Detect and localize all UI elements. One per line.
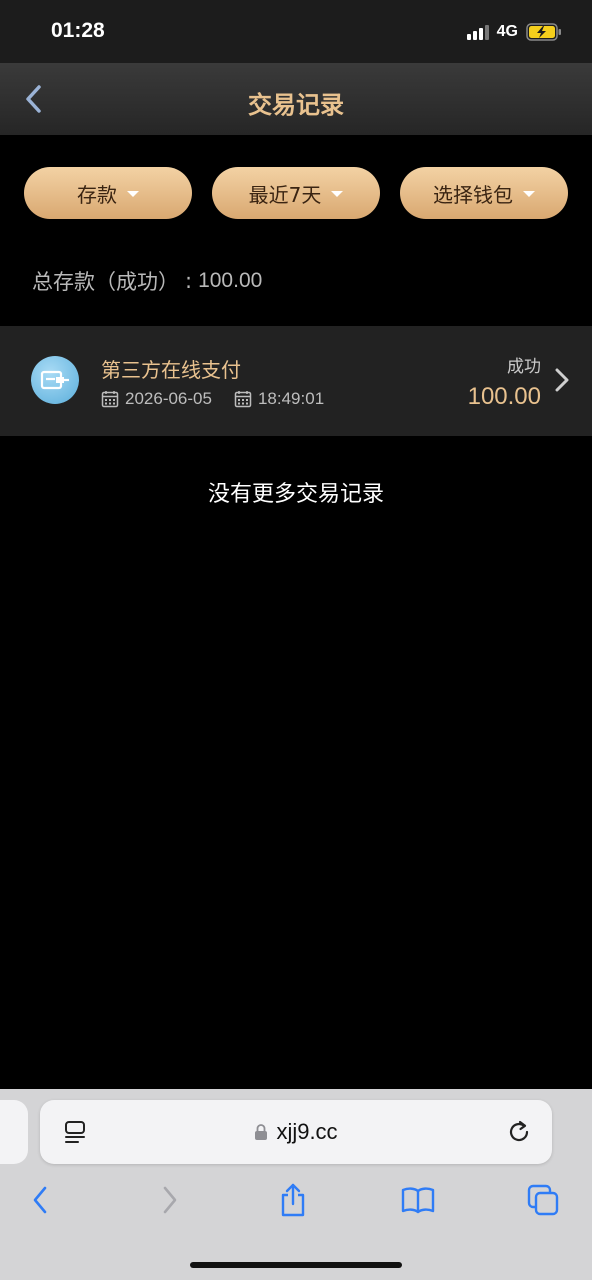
battery-charging-icon: [526, 23, 562, 41]
browser-back-button[interactable]: [16, 1176, 66, 1224]
transaction-amount: 100.00: [467, 383, 541, 410]
chevron-right-icon[interactable]: [552, 366, 572, 394]
status-indicators: 4G: [466, 20, 562, 44]
caret-down-icon: [331, 191, 344, 197]
chevron-right-icon: [163, 1186, 177, 1214]
caret-down-icon: [523, 191, 535, 197]
empty-list-message: 没有更多交易记录: [207, 482, 384, 507]
transaction-time: 18:49:01: [257, 389, 325, 408]
address-bar[interactable]: xjj9.cc: [40, 1100, 552, 1164]
share-button[interactable]: [268, 1176, 318, 1224]
previous-tab-preview[interactable]: [0, 1100, 28, 1164]
bookmarks-button[interactable]: [393, 1176, 443, 1224]
tabs-icon: [527, 1184, 559, 1216]
network-label: 4G: [496, 23, 518, 40]
transaction-date: 2026-06-05: [125, 389, 212, 408]
book-icon: [401, 1187, 435, 1214]
calendar-icon: [101, 391, 119, 408]
status-time: 01:28: [51, 19, 105, 42]
status-bar: 01:28 4G: [0, 0, 592, 63]
tabs-button[interactable]: [518, 1176, 568, 1224]
url-display[interactable]: xjj9.cc: [40, 1119, 552, 1145]
summary-separator: :: [185, 269, 193, 293]
filter-wallet-dropdown[interactable]: 选择钱包: [400, 167, 568, 219]
filter-type-dropdown[interactable]: 存款: [24, 167, 192, 219]
signal-icon: [466, 24, 489, 40]
caret-down-icon: [127, 191, 139, 197]
calendar-icon: [234, 391, 252, 408]
app-header: 交易记录: [0, 63, 592, 135]
transaction-method: 第三方在线支付: [101, 358, 241, 382]
filter-type-label: 存款: [77, 182, 117, 207]
payment-method-icon: [31, 356, 79, 404]
page-title: 交易记录: [248, 91, 344, 119]
deposit-summary: 总存款（成功） : 100.00: [32, 266, 262, 296]
filter-wallet-label: 选择钱包: [433, 182, 513, 207]
browser-toolbar: [0, 1176, 592, 1226]
reload-icon[interactable]: [506, 1118, 532, 1146]
filter-period-dropdown[interactable]: 最近7天: [212, 167, 380, 219]
lock-icon: [255, 1124, 268, 1140]
transaction-datetime: 2026-06-05 18:49:01: [101, 389, 324, 409]
home-indicator: [190, 1262, 402, 1268]
transaction-status: 成功: [507, 357, 541, 377]
chevron-left-icon: [33, 1186, 47, 1214]
filter-period-label: 最近7天: [248, 182, 322, 207]
share-icon: [281, 1183, 305, 1217]
summary-label: 总存款（成功）: [32, 270, 179, 294]
browser-forward-button[interactable]: [144, 1176, 194, 1224]
filter-bar: 存款 最近7天 选择钱包: [24, 167, 568, 219]
summary-value: 100.00: [198, 269, 263, 292]
transaction-row[interactable]: [0, 326, 592, 436]
url-text: xjj9.cc: [276, 1119, 338, 1144]
